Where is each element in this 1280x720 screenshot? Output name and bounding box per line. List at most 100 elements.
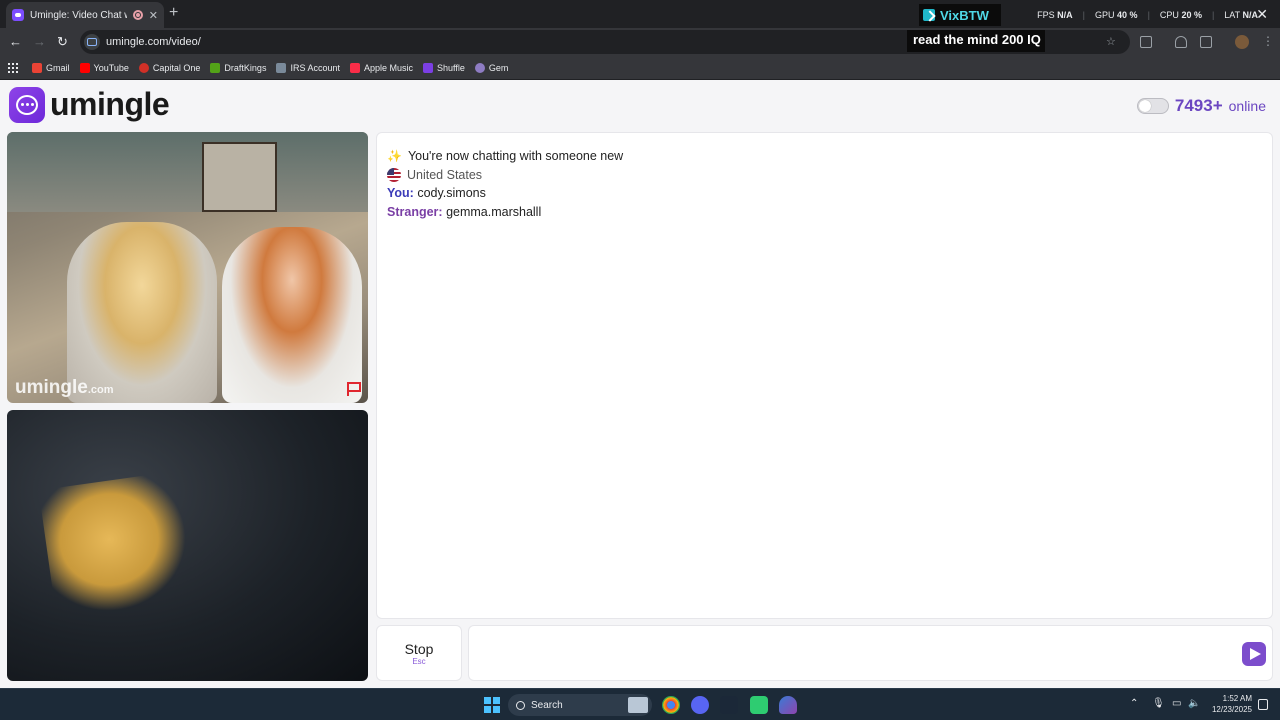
url-text: umingle.com/video/ xyxy=(106,36,201,48)
browser-tab-umingle[interactable]: Umingle: Video Chat with S ✕ xyxy=(6,2,164,28)
self-video xyxy=(7,410,368,681)
shirt-graphic xyxy=(38,470,196,620)
stranger-country: United States xyxy=(387,166,1262,185)
chat-log: ✨ You're now chatting with someone new U… xyxy=(376,132,1273,619)
network-icon[interactable]: ▭ xyxy=(1172,698,1181,709)
chat-message-you: You: cody.simons xyxy=(387,186,486,200)
stranger-video: umingle.com xyxy=(7,132,368,403)
stat-gpu: GPU 40 % xyxy=(1095,10,1138,20)
stop-button[interactable]: Stop Esc xyxy=(376,625,462,681)
bookmark-draftkings[interactable]: DraftKings xyxy=(210,62,266,73)
system-message: ✨ You're now chatting with someone new xyxy=(387,147,1262,166)
chat-message-stranger: Stranger: gemma.marshalll xyxy=(387,204,542,219)
umingle-page: umingle 7493+ online umingle.com ✨ You'r… xyxy=(0,80,1280,688)
browser-toolbar: ← → ↻ umingle.com/video/ ☆ ⋮ xyxy=(0,28,1280,56)
streamer-logo-icon xyxy=(923,9,935,21)
chat-bubble-logo-icon xyxy=(9,86,45,123)
forward-button[interactable]: → xyxy=(33,34,46,49)
theme-toggle[interactable] xyxy=(1136,98,1169,114)
capital-one-icon xyxy=(138,62,149,73)
app-taskbar-icon[interactable] xyxy=(750,696,768,714)
stat-divider: | xyxy=(1211,10,1215,20)
system-clock[interactable]: 1:52 AM 12/23/2025 xyxy=(1206,693,1252,715)
message-composer xyxy=(468,625,1273,681)
tray-overflow-icon[interactable]: ⌃ xyxy=(1130,698,1138,709)
message-input[interactable] xyxy=(479,634,1239,674)
bookmark-star-icon[interactable]: ☆ xyxy=(1106,35,1116,48)
gem-icon xyxy=(474,62,485,73)
stat-fps: FPS N/A xyxy=(1037,10,1073,20)
bookmark-shuffle[interactable]: Shuffle xyxy=(423,62,465,73)
taskbar-search-label: Search xyxy=(531,699,563,711)
bookmark-capital-one[interactable]: Capital One xyxy=(138,62,200,73)
bookmark-gmail[interactable]: Gmail xyxy=(32,62,70,73)
video-background-wall xyxy=(7,132,368,212)
reload-button[interactable]: ↻ xyxy=(57,34,68,50)
streamer-name: VixBTW xyxy=(940,7,989,23)
youtube-icon xyxy=(79,62,90,73)
extensions-icon[interactable] xyxy=(1140,36,1152,48)
logo-text: umingle xyxy=(50,86,170,122)
profile-avatar[interactable] xyxy=(1235,35,1249,49)
browser-tab-strip: Umingle: Video Chat with S ✕ + FPS N/A |… xyxy=(0,0,1280,28)
bookmarks-bar: Gmail YouTube Capital One DraftKings IRS… xyxy=(0,56,1280,80)
stop-shortcut-hint: Esc xyxy=(412,656,426,666)
bookmark-youtube[interactable]: YouTube xyxy=(79,62,129,73)
stat-divider: | xyxy=(1147,10,1150,20)
online-indicator: 7493+ online xyxy=(1136,96,1266,116)
taskbar-search[interactable]: Search xyxy=(508,694,652,716)
site-info-icon[interactable] xyxy=(84,34,100,50)
umingle-favicon-icon xyxy=(12,9,24,21)
stop-label: Stop xyxy=(404,640,434,657)
chrome-taskbar-icon[interactable] xyxy=(662,696,680,714)
stream-overlay: VixBTW read the mind 200 IQ xyxy=(907,4,1045,52)
bookmark-gem[interactable]: Gem xyxy=(474,62,508,73)
stat-lat: LAT N/A xyxy=(1224,10,1258,20)
search-highlight-icon xyxy=(628,697,648,713)
sparkle-icon: ✨ xyxy=(387,149,402,163)
draftkings-icon xyxy=(210,62,221,73)
person-right xyxy=(222,227,362,403)
downloads-icon[interactable] xyxy=(1175,36,1187,48)
search-icon xyxy=(516,700,525,710)
stat-divider: | xyxy=(1082,10,1086,20)
obs-taskbar-icon[interactable] xyxy=(779,696,797,714)
notification-icon[interactable] xyxy=(1258,699,1268,710)
volume-icon[interactable]: 🔈 xyxy=(1188,698,1200,709)
tab-title: Umingle: Video Chat with S xyxy=(30,9,127,21)
windows-taskbar: Search ⌃ 🎙 ▭ 🔈 1:52 AM 12/23/2025 xyxy=(0,688,1280,720)
site-logo[interactable]: umingle xyxy=(9,86,170,123)
apps-grid-icon[interactable] xyxy=(8,62,18,73)
media-control-icon[interactable] xyxy=(1200,36,1212,48)
apple-music-icon xyxy=(349,62,360,73)
performance-overlay: FPS N/A | GPU 40 % | CPU 20 % | LAT N/A xyxy=(1037,10,1258,20)
microphone-icon[interactable]: 🎙 xyxy=(1152,698,1165,709)
shuffle-icon xyxy=(423,62,434,73)
send-button[interactable] xyxy=(1242,642,1266,666)
clock-date: 12/23/2025 xyxy=(1211,705,1252,714)
online-label: online xyxy=(1228,98,1266,114)
wall-photo xyxy=(202,142,277,212)
streamer-tag: VixBTW xyxy=(919,4,1001,26)
windows-start-icon[interactable] xyxy=(484,697,500,713)
report-flag-icon[interactable] xyxy=(345,381,363,397)
bookmark-apple-music[interactable]: Apple Music xyxy=(349,62,413,73)
back-button[interactable]: ← xyxy=(9,34,22,49)
recording-indicator-icon xyxy=(132,10,143,20)
person-left xyxy=(67,222,217,403)
tab-close-icon[interactable]: ✕ xyxy=(149,9,158,22)
clock-time: 1:52 AM xyxy=(1222,694,1252,703)
steam-taskbar-icon[interactable] xyxy=(720,696,738,714)
browser-menu-icon[interactable]: ⋮ xyxy=(1262,34,1274,48)
bookmark-irs-account[interactable]: IRS Account xyxy=(276,62,340,73)
discord-taskbar-icon[interactable] xyxy=(691,696,709,714)
gmail-icon xyxy=(32,62,42,73)
stat-cpu: CPU 20 % xyxy=(1159,10,1202,20)
window-close-icon[interactable]: ✕ xyxy=(1256,6,1268,23)
stream-title: read the mind 200 IQ xyxy=(907,30,1045,52)
us-flag-icon xyxy=(387,167,401,182)
online-count: 7493+ xyxy=(1174,96,1223,115)
umingle-watermark: umingle.com xyxy=(15,377,114,398)
new-tab-button[interactable]: + xyxy=(169,4,178,22)
irs-icon xyxy=(276,62,287,73)
